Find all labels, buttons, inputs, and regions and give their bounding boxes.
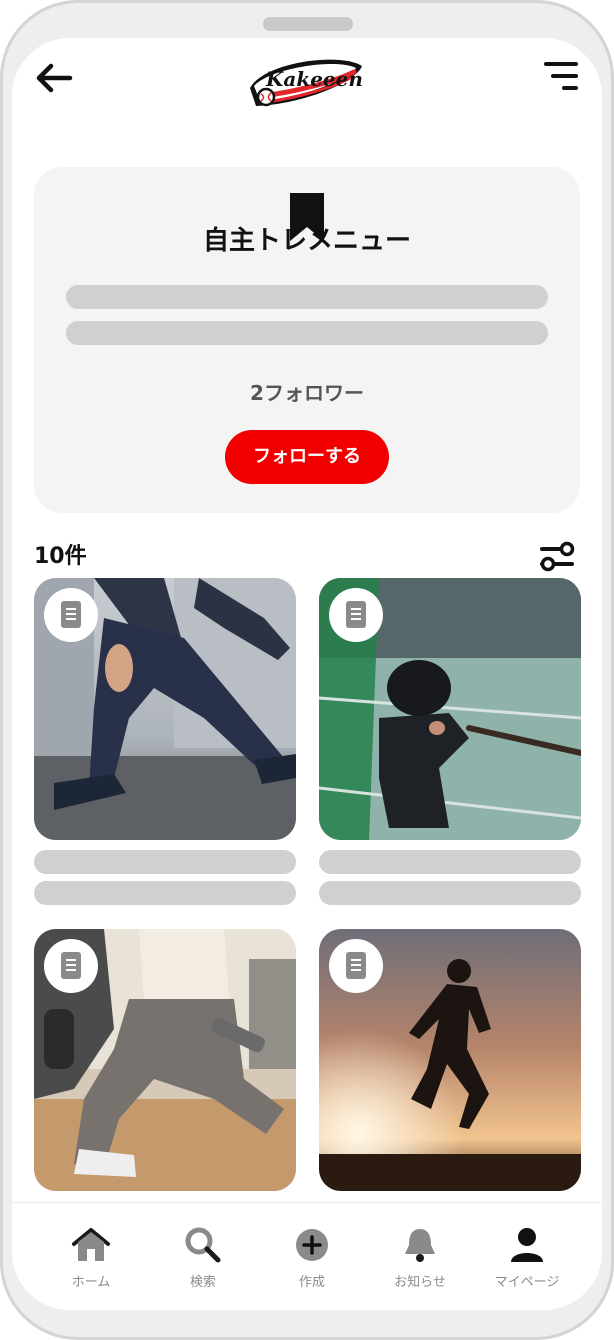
- bell-icon: [405, 1229, 435, 1262]
- tab-search-label: 検索: [189, 1275, 216, 1290]
- tab-home[interactable]: ホーム: [36, 1213, 146, 1293]
- item-title-placeholder: [34, 850, 296, 874]
- plus-circle-icon: [296, 1229, 328, 1261]
- item-count: 10件: [34, 544, 87, 569]
- tab-search[interactable]: 検索: [148, 1213, 258, 1293]
- tab-notifications[interactable]: お知らせ: [365, 1213, 475, 1293]
- phone-speaker: [263, 17, 353, 31]
- document-icon: [61, 601, 81, 628]
- menu-lines-icon: [544, 62, 578, 90]
- phone-frame: Kakeeen 自主トレメニュー 2フォロワー フォローする 10件 ホーム 検…: [0, 0, 614, 1340]
- filter-button[interactable]: [538, 540, 578, 574]
- back-button[interactable]: [34, 62, 74, 94]
- menu-button[interactable]: [538, 60, 582, 96]
- tab-notifications-label: お知らせ: [394, 1275, 446, 1290]
- search-icon: [185, 1227, 221, 1263]
- follow-button[interactable]: フォローする: [225, 430, 389, 484]
- document-badge: [44, 588, 98, 642]
- list-item[interactable]: [319, 578, 581, 840]
- document-badge: [329, 588, 383, 642]
- tab-mypage[interactable]: マイページ: [472, 1213, 582, 1293]
- tab-create-label: 作成: [298, 1275, 325, 1290]
- tab-home-label: ホーム: [71, 1275, 111, 1290]
- app-logo[interactable]: Kakeeen: [244, 48, 368, 112]
- follower-count: 2フォロワー: [250, 381, 364, 405]
- item-title-placeholder: [319, 850, 581, 874]
- item-meta-placeholder: [319, 881, 581, 905]
- playlist-card: 自主トレメニュー 2フォロワー フォローする: [34, 167, 580, 513]
- document-badge: [329, 939, 383, 993]
- filter-toggle-icon: [540, 541, 575, 572]
- svg-text:Kakeeen: Kakeeen: [265, 67, 363, 91]
- document-badge: [44, 939, 98, 993]
- document-icon: [61, 952, 81, 979]
- document-icon: [346, 952, 366, 979]
- list-item[interactable]: [34, 929, 296, 1191]
- user-icon: [511, 1228, 543, 1262]
- playlist-title: 自主トレメニュー: [202, 226, 411, 256]
- tab-create[interactable]: 作成: [257, 1213, 367, 1293]
- description-placeholder: [66, 321, 548, 345]
- list-item[interactable]: [34, 578, 296, 840]
- list-item[interactable]: [319, 929, 581, 1191]
- bottom-tab-bar: ホーム 検索 作成 お知らせ マイページ: [12, 1202, 602, 1310]
- tab-mypage-label: マイページ: [494, 1275, 560, 1290]
- description-placeholder: [66, 285, 548, 309]
- arrow-left-icon: [36, 63, 73, 93]
- home-icon: [72, 1228, 110, 1261]
- item-meta-placeholder: [34, 881, 296, 905]
- app-screen: Kakeeen 自主トレメニュー 2フォロワー フォローする 10件 ホーム 検…: [12, 38, 602, 1310]
- app-header: Kakeeen: [12, 38, 602, 128]
- document-icon: [346, 601, 366, 628]
